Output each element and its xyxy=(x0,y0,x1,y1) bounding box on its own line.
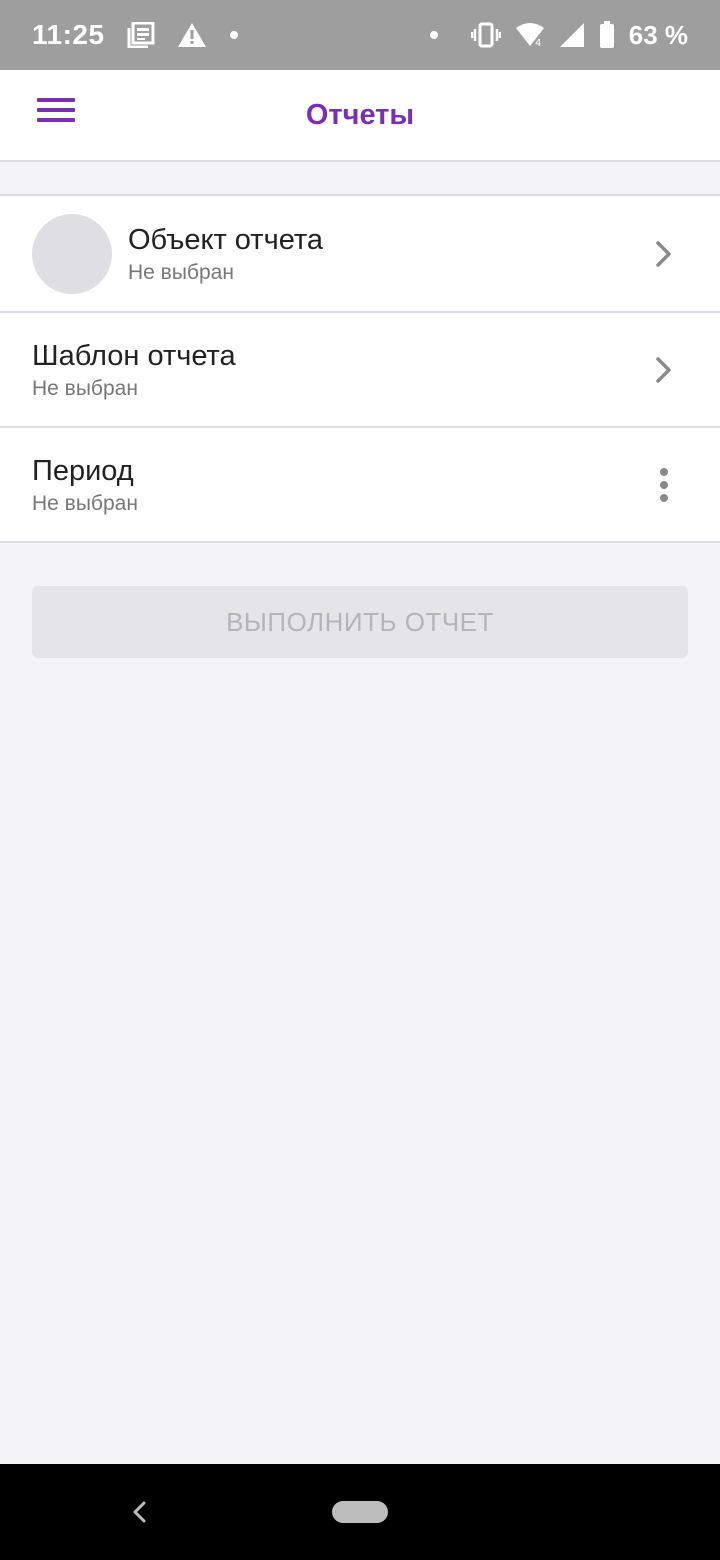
dot-icon xyxy=(229,30,239,40)
list-item-report-object[interactable]: Объект отчета Не выбран xyxy=(0,196,720,311)
news-icon xyxy=(127,22,155,48)
svg-text:4: 4 xyxy=(535,38,541,48)
system-nav-bar xyxy=(0,1464,720,1560)
vibrate-icon xyxy=(470,22,501,48)
list-item-period[interactable]: Период Не выбран xyxy=(0,426,720,541)
list-item-subtitle: Не выбран xyxy=(128,260,234,284)
page-title: Отчеты xyxy=(305,98,415,131)
avatar xyxy=(32,213,112,294)
list-item-text: Период Не выбран xyxy=(32,454,648,516)
list-item-text: Объект отчета Не выбран xyxy=(128,223,648,285)
execute-report-button[interactable]: ВЫПОЛНИТЬ ОТЧЕТ xyxy=(32,586,688,658)
list-item-text: Шаблон отчета Не выбран xyxy=(32,339,648,401)
report-settings-list: Объект отчета Не выбран Шаблон отчета Не… xyxy=(0,194,720,543)
status-left: 11:25 xyxy=(32,19,239,51)
warning-icon xyxy=(177,22,207,48)
list-item-subtitle: Не выбран xyxy=(32,491,138,515)
list-item-title: Объект отчета xyxy=(128,223,323,256)
home-pill-button[interactable] xyxy=(332,1501,388,1523)
dot-icon xyxy=(429,30,439,40)
status-time: 11:25 xyxy=(32,19,105,50)
chevron-right-icon xyxy=(648,350,680,390)
more-vert-icon[interactable] xyxy=(648,465,680,505)
list-item-subtitle: Не выбран xyxy=(32,376,138,400)
status-right: 4 63 % xyxy=(429,20,688,51)
menu-button[interactable] xyxy=(32,88,80,136)
status-bar: 11:25 4 63 % xyxy=(0,0,720,70)
signal-icon xyxy=(559,22,585,48)
app-bar: Отчеты xyxy=(0,70,720,162)
chevron-right-icon xyxy=(648,234,680,274)
hamburger-menu-icon xyxy=(37,96,75,129)
battery-icon xyxy=(599,21,615,49)
back-icon[interactable] xyxy=(124,1496,154,1528)
list-item-report-template[interactable]: Шаблон отчета Не выбран xyxy=(0,311,720,426)
battery-level: 63 % xyxy=(628,19,688,50)
wifi-icon: 4 xyxy=(515,22,545,48)
list-item-title: Период xyxy=(32,454,134,487)
list-item-title: Шаблон отчета xyxy=(32,339,236,372)
